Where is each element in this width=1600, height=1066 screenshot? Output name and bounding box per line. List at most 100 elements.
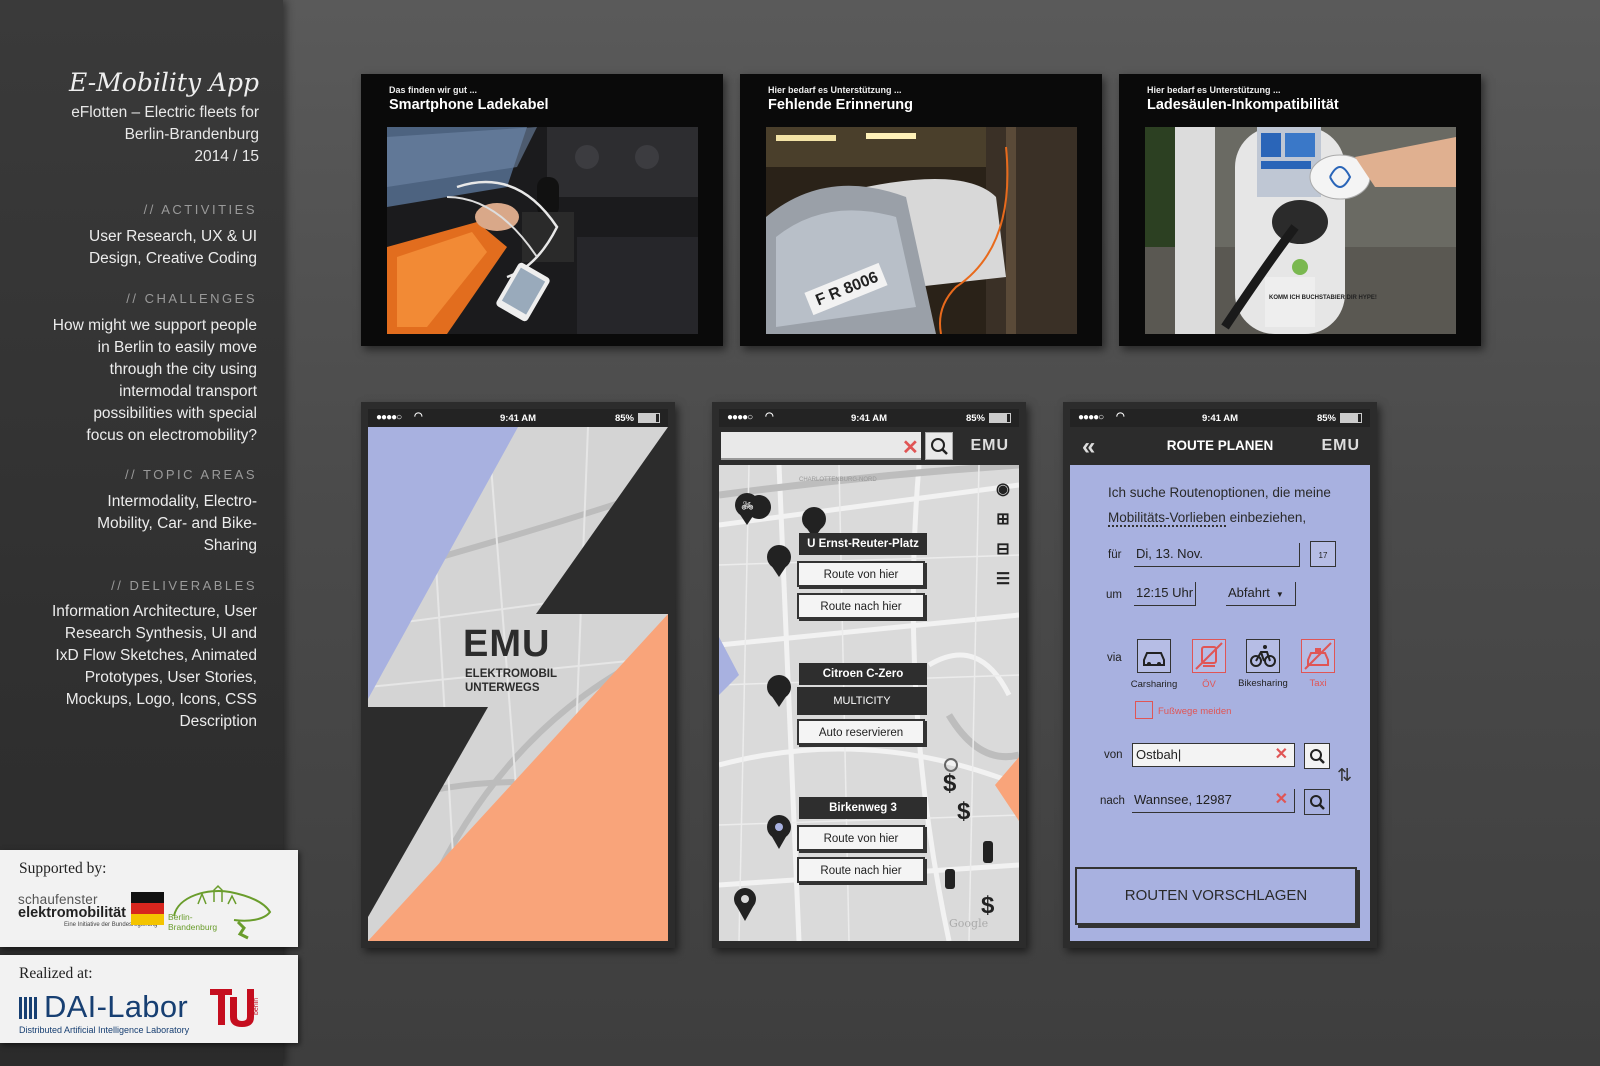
avoid-walking-label: Fußwege meiden (1158, 706, 1232, 717)
chevron-down-icon: ▼ (1275, 590, 1284, 599)
challenges-heading: // CHALLENGES (126, 291, 257, 306)
svg-text:$: $ (957, 798, 971, 825)
calendar-icon[interactable]: 17 (1310, 541, 1336, 567)
to-input[interactable]: Wannsee, 12987 ✕ (1132, 789, 1295, 813)
clear-to-icon[interactable]: ✕ (1275, 789, 1288, 811)
supported-label: Supported by: (19, 860, 107, 877)
realized-at-panel: Realized at: DAI-Labor Distributed Artif… (0, 955, 298, 1043)
emu-logo: EMU (463, 623, 551, 665)
map-controls: ◉ ⊞ ⊟ ☰ (995, 475, 1011, 595)
status-bar: ●●●●○ ◠ 9:41 AM 85% (1070, 409, 1370, 427)
charging-station-photo: KOMM ICH BUCHSTABIER DIR HYPE! (1145, 127, 1456, 334)
clear-from-icon[interactable]: ✕ (1275, 744, 1288, 765)
station-popup-title: U Ernst-Reuter-Platz (799, 533, 927, 555)
parking-garage-photo: F R 8006 (766, 127, 1077, 334)
route-header: « ROUTE PLANEN EMU (1070, 427, 1370, 465)
reserve-car-button[interactable]: Auto reservieren (797, 719, 925, 745)
splash-screen: EMU ELEKTROMOBIL UNTERWEGS (368, 427, 668, 941)
realized-label: Realized at: (19, 965, 93, 982)
search-icon[interactable] (925, 432, 953, 460)
supported-by-panel: Supported by: schaufenster elektromobili… (0, 850, 298, 947)
svg-text:$: $ (981, 892, 995, 919)
search-input[interactable]: ✕ (721, 432, 921, 460)
photo-card-charging-cable: Das finden wir gut ... Smartphone Ladeka… (361, 74, 723, 346)
car-popup-title: Citroen C-Zero (799, 663, 927, 685)
route-screen: « ROUTE PLANEN EMU Ich suche Routenoptio… (1070, 427, 1370, 941)
via-label: via (1107, 652, 1122, 664)
photo-card-missing-reminder: Hier bedarf es Unterstützung ... Fehlend… (740, 74, 1102, 346)
suggest-routes-button[interactable]: ROUTEN VORSCHLAGEN (1075, 867, 1357, 925)
public-transport-icon[interactable] (1192, 639, 1226, 673)
battery-icon (1340, 413, 1362, 423)
from-input[interactable]: Ostbah| ✕ (1132, 743, 1295, 767)
activities-heading: // ACTIVITIES (143, 202, 257, 217)
list-icon[interactable]: ☰ (995, 565, 1011, 595)
bikesharing-icon[interactable] (1246, 639, 1280, 673)
locate-icon[interactable]: ◉ (995, 475, 1011, 505)
search-to-icon[interactable] (1304, 789, 1330, 815)
search-from-icon[interactable] (1304, 743, 1330, 769)
car-operator: MULTICITY (797, 687, 927, 715)
phone-splash: ●●●●○ ◠ 9:41 AM 85% EMU ELEKTROMOBIL UNT… (361, 402, 675, 948)
public-transport-label: ÖV (1202, 679, 1216, 690)
emu-logo-small: EMU (970, 437, 1009, 454)
challenges-text: How might we support people in Berlin to… (52, 317, 257, 444)
svg-text:berlin: berlin (253, 998, 260, 1015)
svg-text:🚲︎: 🚲︎ (741, 501, 754, 512)
zoom-out-icon[interactable]: ⊟ (995, 535, 1011, 565)
time-label: um (1106, 589, 1122, 601)
map-screen: CHARLOTTENBURG-NORD Google 🚲︎ $ $ $ ◉ ⊞ … (719, 427, 1019, 941)
route-to-button[interactable]: Route nach hier (797, 593, 925, 619)
route-intro-line-2: Mobilitäts-Vorlieben einbeziehen, (1108, 510, 1307, 527)
topics-heading: // TOPIC AREAS (124, 467, 257, 482)
phone-map: ●●●●○ ◠ 9:41 AM 85% CHARLOTTENBURG-NORD (712, 402, 1026, 948)
deliverables-heading: // DELIVERABLES (111, 578, 257, 593)
route-intro-line-1: Ich suche Routenoptionen, die meine (1108, 485, 1331, 500)
berlin-brandenburg-text: Berlin- Brandenburg (168, 912, 218, 932)
tu-berlin-logo: berlin (210, 989, 260, 1027)
map-search-bar: ✕ EMU (719, 427, 1019, 465)
svg-text:CHARLOTTENBURG-NORD: CHARLOTTENBURG-NORD (799, 477, 877, 483)
activities-text: User Research, UX & UI Design, Creative … (88, 228, 257, 267)
departure-select[interactable]: Abfahrt ▼ (1226, 582, 1296, 606)
clear-icon[interactable]: ✕ (902, 435, 919, 460)
project-subtitle: eFlotten – Electric fleets for Berlin-Br… (71, 104, 259, 165)
dai-labor-logo: DAI-Labor Distributed Artificial Intelli… (19, 989, 190, 1035)
schaufenster-logo: schaufenster elektromobilität Eine Initi… (18, 892, 178, 942)
emu-logo-small: EMU (1321, 437, 1360, 454)
route-form: Ich suche Routenoptionen, die meine Mobi… (1070, 465, 1370, 941)
project-title: E-Mobility App (69, 68, 259, 97)
battery-percent: 85% (614, 413, 634, 424)
route-from-button-2[interactable]: Route von hier (797, 825, 925, 851)
svg-text:$: $ (943, 770, 957, 797)
taxi-label: Taxi (1309, 678, 1327, 689)
swap-icon[interactable]: ⇅ (1337, 765, 1352, 786)
route-from-button[interactable]: Route von hier (797, 561, 925, 587)
svg-text:KOMM ICH BUCHSTABIER DIR HYPE!: KOMM ICH BUCHSTABIER DIR HYPE! (1269, 295, 1377, 301)
time-field[interactable]: 12:15 Uhr (1134, 582, 1196, 606)
emu-tagline: ELEKTROMOBIL UNTERWEGS (465, 668, 557, 694)
taxi-icon[interactable] (1301, 639, 1335, 673)
date-label: für (1108, 549, 1122, 561)
date-field[interactable]: Di, 13. Nov. (1134, 543, 1300, 567)
carsharing-label: Carsharing (1130, 679, 1178, 690)
battery-percent: 85% (1316, 413, 1336, 424)
phone-route-planner: ●●●●○ ◠ 9:41 AM 85% « ROUTE PLANEN EMU I… (1063, 402, 1377, 948)
battery-icon (989, 413, 1011, 423)
status-bar: ●●●●○ ◠ 9:41 AM 85% (719, 409, 1019, 427)
address-popup-title: Birkenweg 3 (799, 797, 927, 819)
status-bar: ●●●●○ ◠ 9:41 AM 85% (368, 409, 668, 427)
from-label: von (1104, 749, 1123, 761)
to-label: nach (1100, 795, 1125, 807)
dai-bars-icon (19, 991, 39, 1027)
car-interior-photo (387, 127, 698, 334)
german-flag-icon (131, 892, 164, 925)
route-to-button-2[interactable]: Route nach hier (797, 857, 925, 883)
carsharing-icon[interactable] (1137, 639, 1171, 673)
deliverables-text: Information Architecture, User Research … (51, 603, 257, 730)
avoid-walking-checkbox[interactable] (1135, 701, 1153, 719)
photo-card-incompatibility: Hier bedarf es Unterstützung ... Ladesäu… (1119, 74, 1481, 346)
zoom-in-icon[interactable]: ⊞ (995, 505, 1011, 535)
preferences-link[interactable]: Mobilitäts-Vorlieben (1108, 510, 1226, 527)
topics-text: Intermodality, Electro-Mobility, Car- an… (97, 493, 257, 554)
